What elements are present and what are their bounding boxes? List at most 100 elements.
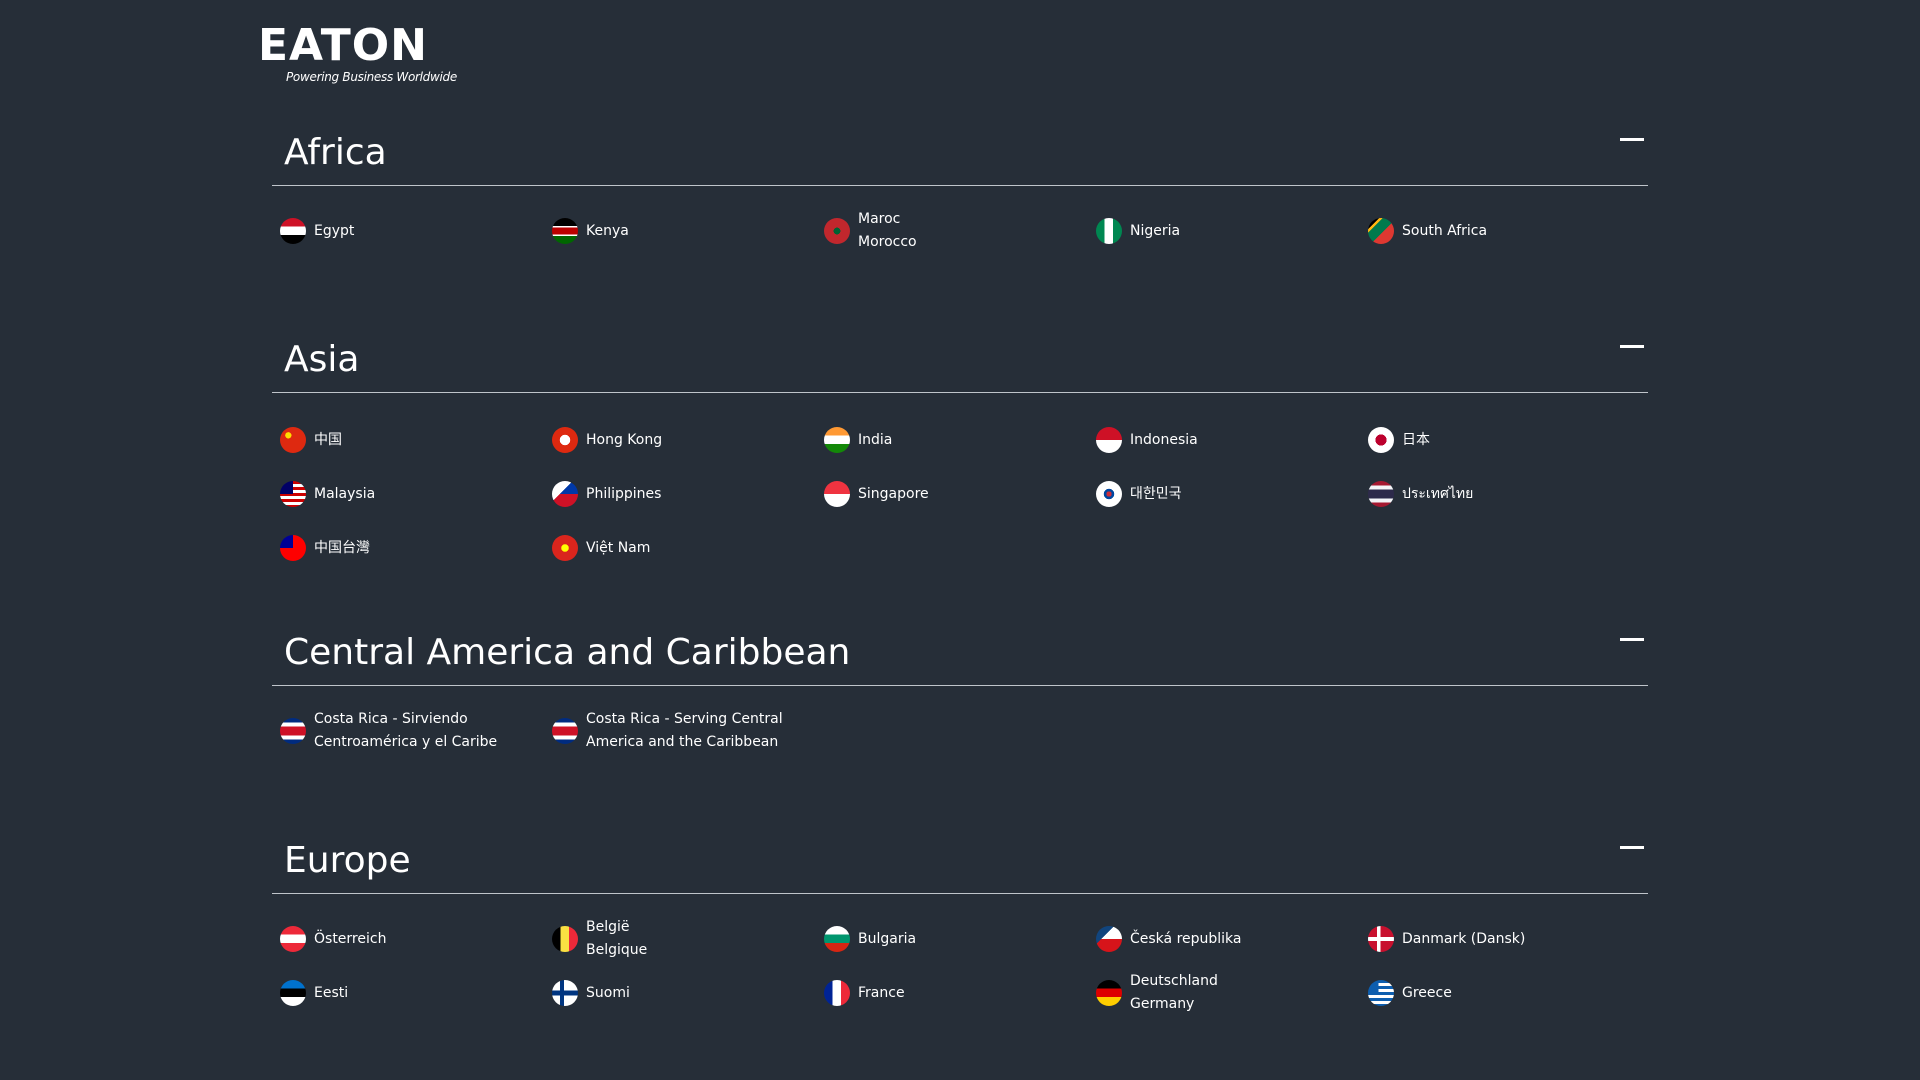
philippines-flag-icon (552, 481, 578, 507)
country-name: South Africa (1402, 222, 1488, 239)
region-header: Asia (272, 337, 1648, 393)
country-link[interactable]: Suomi (552, 966, 824, 1020)
indonesia-flag-icon (1096, 427, 1122, 453)
germany-flag-icon (1096, 980, 1122, 1006)
country-link[interactable]: India (824, 413, 1096, 467)
country-name: 中国台灣 (314, 539, 370, 556)
region-header: Central America and Caribbean (272, 630, 1648, 686)
country-link[interactable]: France (824, 966, 1096, 1020)
logo-wordmark: EATON (258, 20, 428, 71)
country-name: Costa Rica - Serving Central America and… (586, 711, 783, 750)
country-name: Česká republika (1130, 930, 1242, 947)
france-flag-icon (824, 980, 850, 1006)
country-grid: Egypt Kenya Maroc Morocco Nigeria South Afri… (272, 186, 1648, 258)
country-link[interactable]: Singapore (824, 467, 1096, 521)
country-link[interactable]: Maroc Morocco (824, 204, 1096, 258)
country-name: Deutschland Germany (1130, 973, 1218, 1012)
country-name: Greece (1402, 984, 1452, 1001)
country-name: 대한민국 (1130, 485, 1182, 502)
costa-rica-flag-icon (552, 718, 578, 744)
collapse-minus-icon[interactable] (1620, 635, 1644, 659)
collapse-minus-icon[interactable] (1620, 843, 1644, 867)
malaysia-flag-icon (280, 481, 306, 507)
hong-kong-flag-icon (552, 427, 578, 453)
country-name: Eesti (314, 984, 349, 1001)
country-link[interactable]: Danmark (Dansk) (1368, 912, 1640, 966)
region-central-america-caribbean: Central America and Caribbean Costa Rica… (272, 630, 1648, 758)
country-link[interactable]: Malaysia (280, 467, 552, 521)
greece-flag-icon (1368, 980, 1394, 1006)
singapore-flag-icon (824, 481, 850, 507)
country-grid: 中国 Hong Kong India Indonesia 日本 Malaysia Phili… (272, 393, 1648, 575)
country-link[interactable]: Deutschland Germany (1096, 966, 1368, 1020)
country-name: Danmark (Dansk) (1402, 930, 1526, 947)
country-link[interactable]: 日本 (1368, 413, 1640, 467)
region-title: Central America and Caribbean (284, 632, 851, 673)
country-name: 中国 (314, 431, 342, 448)
country-link[interactable]: Nigeria (1096, 204, 1368, 258)
country-name: ประเทศไทย (1402, 485, 1474, 502)
country-name: Singapore (858, 485, 929, 502)
czech-flag-icon (1096, 926, 1122, 952)
country-link[interactable]: ประเทศไทย (1368, 467, 1640, 521)
region-title: Africa (284, 132, 387, 173)
country-grid: Österreich België Belgique Bulgaria Česká r… (272, 894, 1648, 1020)
country-link[interactable]: Eesti (280, 966, 552, 1020)
country-link[interactable]: Việt Nam (552, 521, 824, 575)
country-link[interactable]: Costa Rica - Serving Central America and… (552, 704, 824, 758)
country-name: Nigeria (1130, 222, 1181, 239)
south-africa-flag-icon (1368, 218, 1394, 244)
kenya-flag-icon (552, 218, 578, 244)
vietnam-flag-icon (552, 535, 578, 561)
country-link[interactable]: Indonesia (1096, 413, 1368, 467)
korea-flag-icon (1096, 481, 1122, 507)
country-name: Egypt (314, 222, 355, 239)
country-link[interactable]: 대한민국 (1096, 467, 1368, 521)
country-link[interactable]: Österreich (280, 912, 552, 966)
country-link[interactable]: Philippines (552, 467, 824, 521)
country-name: France (858, 984, 905, 1001)
country-link[interactable]: Greece (1368, 966, 1640, 1020)
belgium-flag-icon (552, 926, 578, 952)
country-link[interactable]: Hong Kong (552, 413, 824, 467)
egypt-flag-icon (280, 218, 306, 244)
denmark-flag-icon (1368, 926, 1394, 952)
country-link[interactable]: Česká republika (1096, 912, 1368, 966)
region-header: Europe (272, 838, 1648, 894)
country-link[interactable]: 中国 (280, 413, 552, 467)
eaton-logo[interactable]: EATON Powering Business Worldwide (258, 24, 458, 94)
country-name: Österreich (314, 930, 387, 947)
china-flag-icon (280, 427, 306, 453)
region-asia: Asia 中国 Hong Kong India Indonesia 日本 Malaysia… (272, 337, 1648, 575)
country-link[interactable]: Bulgaria (824, 912, 1096, 966)
country-name: Malaysia (314, 485, 376, 502)
country-name: Hong Kong (586, 431, 663, 448)
country-link[interactable]: Costa Rica - Sirviendo Centroamérica y e… (280, 704, 552, 758)
country-name: Bulgaria (858, 930, 917, 947)
country-name: India (858, 431, 893, 448)
costa-rica-flag-icon (280, 718, 306, 744)
finland-flag-icon (552, 980, 578, 1006)
region-europe: Europe Österreich België Belgique Bulgaria… (272, 838, 1648, 1020)
country-link[interactable]: 中国台灣 (280, 521, 552, 575)
country-name: België Belgique (586, 919, 648, 958)
taiwan-flag-icon (280, 535, 306, 561)
region-title: Asia (284, 339, 360, 380)
collapse-minus-icon[interactable] (1620, 135, 1644, 159)
morocco-flag-icon (824, 218, 850, 244)
country-name: Indonesia (1130, 431, 1198, 448)
nigeria-flag-icon (1096, 218, 1122, 244)
country-link[interactable]: Egypt (280, 204, 552, 258)
country-name: Maroc Morocco (858, 211, 917, 250)
region-title: Europe (284, 840, 411, 881)
austria-flag-icon (280, 926, 306, 952)
country-link[interactable]: België Belgique (552, 912, 824, 966)
country-name: Philippines (586, 485, 662, 502)
country-name: Suomi (586, 984, 630, 1001)
country-link[interactable]: South Africa (1368, 204, 1640, 258)
india-flag-icon (824, 427, 850, 453)
country-link[interactable]: Kenya (552, 204, 824, 258)
collapse-minus-icon[interactable] (1620, 342, 1644, 366)
thailand-flag-icon (1368, 481, 1394, 507)
country-name: Việt Nam (586, 539, 651, 556)
